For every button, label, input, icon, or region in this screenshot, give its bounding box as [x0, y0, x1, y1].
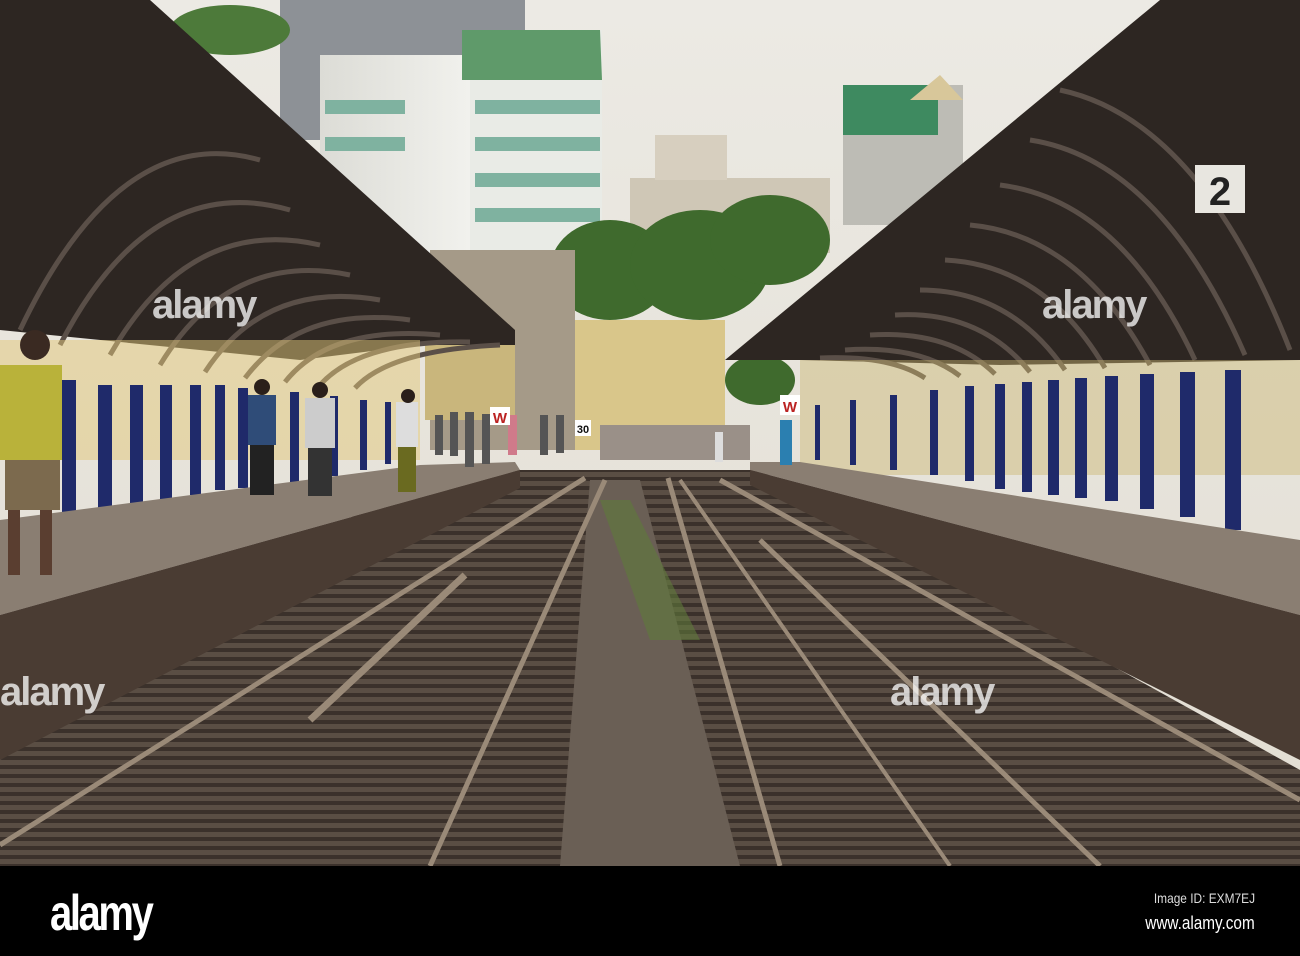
watermark: alamy	[890, 670, 996, 714]
speed-sign: 30	[577, 424, 589, 436]
footer-bar: alamy Image ID: EXM7EJ www.alamy.com	[0, 866, 1300, 956]
watermark: alamy	[0, 670, 106, 714]
alamy-logo[interactable]: alamy	[50, 884, 154, 942]
watermark: alamy	[152, 283, 258, 327]
site-url-link[interactable]: www.alamy.com	[1146, 913, 1255, 934]
image-id: Image ID: EXM7EJ	[1153, 890, 1255, 906]
w-sign-right: W	[783, 399, 798, 416]
stock-photo-viewer: 2 W 30 W alamy alamy alamy alamy alamy I…	[0, 0, 1300, 956]
watermark: alamy	[1042, 283, 1148, 327]
railway-station-photo: 2 W 30 W alamy alamy alamy alamy	[0, 0, 1300, 866]
platform-number: 2	[1209, 170, 1231, 214]
w-sign-left: W	[493, 410, 508, 427]
